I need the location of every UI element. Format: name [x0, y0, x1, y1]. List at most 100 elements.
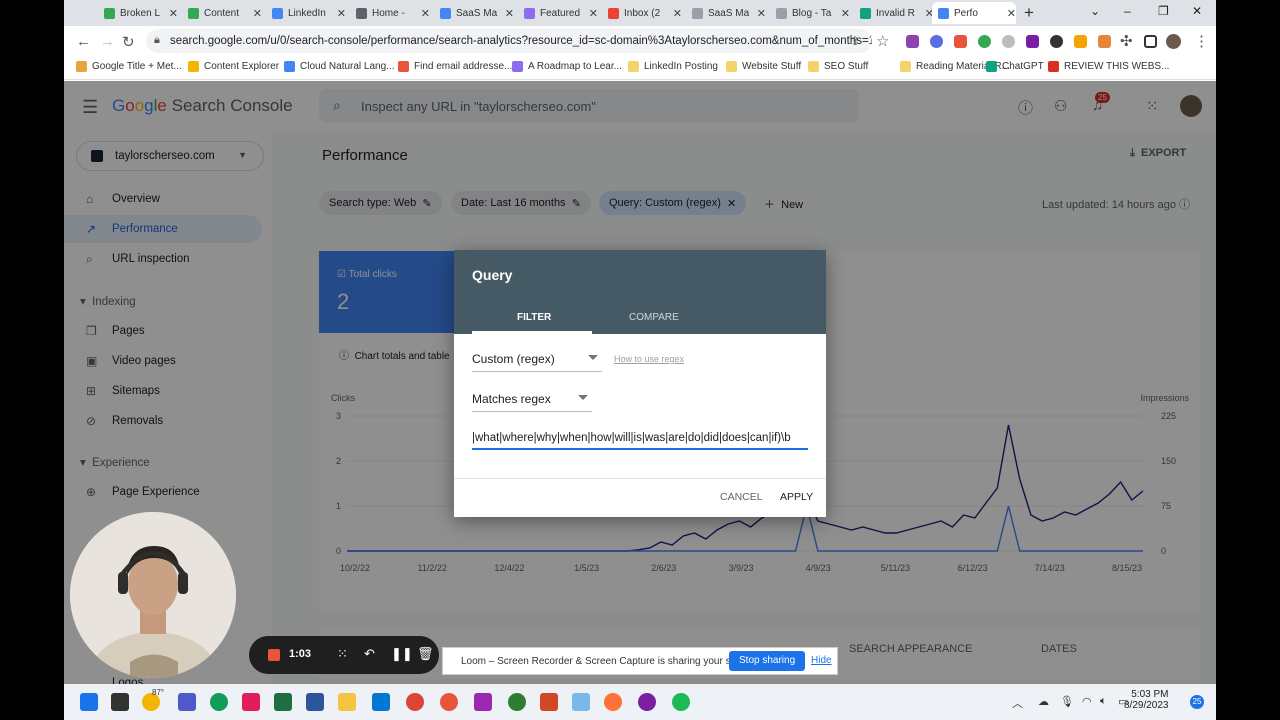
volume-icon[interactable]: 🔈︎: [1100, 695, 1107, 708]
app-icon[interactable]: [508, 693, 526, 711]
close-tab-icon[interactable]: ✕: [841, 7, 850, 20]
menu-kebab-icon[interactable]: ⋮: [1194, 32, 1209, 50]
browser-tab[interactable]: SaaS Ma ✕: [434, 2, 514, 24]
close-tab-icon[interactable]: ✕: [169, 7, 178, 20]
stop-sharing-button[interactable]: Stop sharing: [729, 651, 806, 671]
app-icon[interactable]: [638, 693, 656, 711]
regex-input[interactable]: |what|where|why|when|how|will|is|was|are…: [472, 428, 808, 450]
browser-tab[interactable]: Content ✕: [182, 2, 262, 24]
extension-icon[interactable]: [954, 35, 967, 48]
pause-icon[interactable]: ❚❚: [391, 646, 413, 662]
close-tab-icon[interactable]: ✕: [505, 7, 514, 20]
browser-tab[interactable]: Broken L ✕: [98, 2, 178, 24]
extension-icon[interactable]: [1050, 35, 1063, 48]
browser-tab[interactable]: SaaS Ma ✕: [686, 2, 766, 24]
close-tab-icon[interactable]: ✕: [757, 7, 766, 20]
extension-icon[interactable]: [1098, 35, 1111, 48]
extension-icon[interactable]: [906, 35, 919, 48]
webcam-bubble[interactable]: [70, 512, 236, 678]
bookmark-label: A Roadmap to Lear...: [528, 61, 622, 72]
app-icon[interactable]: [474, 693, 492, 711]
browser-tab[interactable]: Perfo ✕: [932, 2, 1016, 24]
how-to-regex-link[interactable]: How to use regex: [614, 354, 684, 364]
browser-tab[interactable]: Home - ✕: [350, 2, 430, 24]
notification-badge[interactable]: 25: [1190, 695, 1204, 709]
apply-button[interactable]: APPLY: [780, 491, 813, 503]
edge-icon[interactable]: [210, 693, 228, 711]
close-tab-icon[interactable]: ✕: [253, 7, 262, 20]
stop-record-button[interactable]: [268, 649, 280, 661]
restore-button[interactable]: ❐: [1158, 4, 1169, 18]
undo-icon[interactable]: ↶: [364, 646, 375, 662]
close-window-button[interactable]: ✕: [1192, 4, 1202, 18]
bookmark-item[interactable]: Content Explorer: [188, 61, 279, 72]
bookmark-item[interactable]: LinkedIn Posting: [628, 61, 718, 72]
match-mode-select[interactable]: Matches regex: [472, 386, 592, 412]
teams-icon[interactable]: [178, 693, 196, 711]
new-tab-button[interactable]: +: [1024, 3, 1034, 23]
cloud-icon[interactable]: ☁: [1038, 695, 1049, 708]
spotify-icon[interactable]: [672, 693, 690, 711]
browser-tab[interactable]: Blog - Ta ✕: [770, 2, 850, 24]
extension-icon[interactable]: [1074, 35, 1087, 48]
powerpoint-icon[interactable]: [540, 693, 558, 711]
browser-tab[interactable]: Featured ✕: [518, 2, 598, 24]
clock-time: 5:03 PM: [1131, 689, 1169, 700]
browser-tab[interactable]: LinkedIn ✕: [266, 2, 346, 24]
hide-link[interactable]: Hide: [811, 655, 832, 666]
bookmark-item[interactable]: Find email addresse...: [398, 61, 512, 72]
close-tab-icon[interactable]: ✕: [337, 7, 346, 20]
bookmark-label: Cloud Natural Lang...: [300, 61, 395, 72]
bookmark-item[interactable]: A Roadmap to Lear...: [512, 61, 622, 72]
bookmark-item[interactable]: Cloud Natural Lang...: [284, 61, 395, 72]
tab-search-icon[interactable]: ⌄: [1090, 4, 1100, 18]
browser-tab[interactable]: Invalid R ✕: [854, 2, 934, 24]
forward-icon[interactable]: →: [100, 33, 115, 50]
wifi-icon[interactable]: ◠: [1082, 695, 1092, 708]
bookmark-star-icon[interactable]: ☆: [876, 32, 889, 50]
bookmark-item[interactable]: SEO Stuff: [808, 61, 868, 72]
firefox-icon[interactable]: [604, 693, 622, 711]
task-view-icon[interactable]: [111, 693, 129, 711]
extension-icon[interactable]: [978, 35, 991, 48]
word-icon[interactable]: [306, 693, 324, 711]
sidepanel-icon[interactable]: [1144, 35, 1157, 48]
close-tab-icon[interactable]: ✕: [421, 7, 430, 20]
chevron-up-icon[interactable]: ︿: [1012, 695, 1023, 711]
photos-icon[interactable]: [572, 693, 590, 711]
extension-icon[interactable]: [930, 35, 943, 48]
trash-icon[interactable]: 🗑︎: [417, 646, 434, 662]
windows-start-icon[interactable]: [80, 693, 98, 711]
outlook-icon[interactable]: [372, 693, 390, 711]
tab-compare[interactable]: COMPARE: [629, 312, 679, 323]
share-icon[interactable]: ⇪: [850, 34, 860, 48]
url-bar[interactable]: 🔒︎ search.google.com/u/0/search-console/…: [146, 29, 872, 53]
bookmark-item[interactable]: Website Stuff: [726, 61, 801, 72]
bookmark-item[interactable]: Google Title + Met...: [76, 61, 182, 72]
folder-icon[interactable]: [338, 693, 356, 711]
close-tab-icon[interactable]: ✕: [1007, 7, 1016, 20]
back-icon[interactable]: ←: [76, 33, 91, 50]
excel-icon[interactable]: [274, 693, 292, 711]
browser-tab[interactable]: Inbox (2 ✕: [602, 2, 682, 24]
chrome-icon[interactable]: [406, 693, 424, 711]
system-clock[interactable]: 5:03 PM 8/29/2023: [1124, 689, 1169, 711]
profile-avatar-icon[interactable]: [1166, 34, 1181, 49]
bookmark-item[interactable]: REVIEW THIS WEBS...: [1048, 61, 1169, 72]
grid-icon[interactable]: ⁙: [337, 646, 348, 662]
extension-icon[interactable]: [1026, 35, 1039, 48]
slack-icon[interactable]: [242, 693, 260, 711]
close-tab-icon[interactable]: ✕: [589, 7, 598, 20]
filter-type-select[interactable]: Custom (regex): [472, 346, 602, 372]
reload-icon[interactable]: ↻: [122, 33, 135, 51]
puzzle-icon[interactable]: ✣: [1120, 32, 1133, 50]
minimize-button[interactable]: –: [1124, 4, 1131, 18]
close-tab-icon[interactable]: ✕: [673, 7, 682, 20]
bookmark-item[interactable]: ChatGPT: [986, 61, 1044, 72]
tab-favicon-icon: [860, 7, 871, 19]
cancel-button[interactable]: CANCEL: [720, 491, 763, 503]
tab-filter[interactable]: FILTER: [517, 312, 551, 323]
app-icon[interactable]: [440, 693, 458, 711]
extension-icon[interactable]: [1002, 35, 1015, 48]
mic-icon[interactable]: 🎙︎: [1060, 695, 1074, 708]
